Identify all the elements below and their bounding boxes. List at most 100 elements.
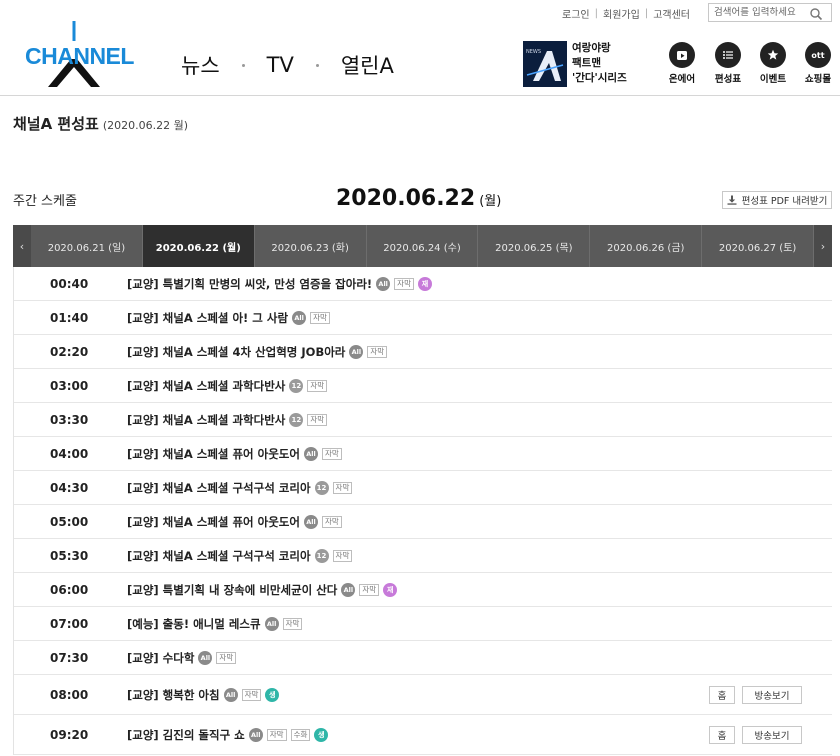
nav-tv[interactable]: TV bbox=[267, 53, 294, 77]
date-tab[interactable]: 2020.06.24 (수) bbox=[367, 225, 479, 267]
rating-all-badge: All bbox=[292, 310, 307, 325]
rating-all-badge: All bbox=[341, 582, 356, 597]
promo-line: 여랑야랑 bbox=[572, 42, 611, 54]
star-icon bbox=[760, 42, 786, 68]
rating-all-badge: All bbox=[248, 727, 263, 742]
schedule-row: 08:00 [교양] 행복한 아침 All 자막 생 홈 방송보기 bbox=[14, 675, 832, 715]
program-time: 04:30 bbox=[50, 480, 89, 495]
subtitle-badge: 자막 bbox=[241, 688, 262, 701]
sign-language-badge: 수화 bbox=[290, 728, 311, 741]
program-time: 03:00 bbox=[50, 378, 89, 393]
quick-label: 쇼핑몰 bbox=[804, 74, 832, 85]
schedule-row: 09:20 [교양] 김진의 돌직구 쇼 All 자막 수화 생 홈 방송보기 bbox=[14, 715, 832, 755]
signup-link[interactable]: 회원가입 bbox=[603, 6, 640, 21]
channel-a-logo[interactable]: CHANNEL bbox=[20, 19, 134, 89]
program-time: 04:00 bbox=[50, 446, 89, 461]
program-title[interactable]: [교양] 채널A 스페셜 구석구석 코리아 bbox=[127, 548, 311, 564]
nav-open-a[interactable]: 열린A bbox=[341, 50, 394, 80]
next-week-button[interactable]: › bbox=[814, 225, 832, 267]
program-time: 07:30 bbox=[50, 650, 89, 665]
date-tab[interactable]: 2020.06.23 (화) bbox=[255, 225, 367, 267]
schedule-row: 01:40 [교양] 채널A 스페셜 아! 그 사람 All 자막 bbox=[14, 301, 832, 335]
program-time: 09:20 bbox=[50, 727, 89, 742]
logo-text: CHANNEL bbox=[25, 43, 134, 69]
program-title[interactable]: [교양] 채널A 스페셜 4차 산업혁명 JOB아라 bbox=[127, 344, 345, 360]
program-title[interactable]: [교양] 채널A 스페셜 구석구석 코리아 bbox=[127, 480, 311, 496]
program-home-button[interactable]: 홈 bbox=[709, 725, 735, 744]
subtitle-badge: 자막 bbox=[266, 728, 287, 741]
date-tab[interactable]: 2020.06.25 (목) bbox=[478, 225, 591, 267]
schedule-row: 05:30 [교양] 채널A 스페셜 구석구석 코리아 12 자막 bbox=[14, 539, 832, 573]
program-time: 05:00 bbox=[50, 514, 89, 529]
rerun-badge: 재 bbox=[383, 582, 398, 597]
quick-onair[interactable]: 온에어 bbox=[662, 42, 702, 85]
search-box bbox=[708, 3, 832, 22]
date-tab[interactable]: 2020.06.22 (월) bbox=[142, 225, 255, 267]
program-info: [교양] 채널A 스페셜 아! 그 사람 All 자막 bbox=[127, 310, 330, 326]
program-title[interactable]: [교양] 수다학 bbox=[127, 650, 194, 666]
quick-schedule[interactable]: 편성표 bbox=[708, 42, 748, 85]
schedule-row: 03:30 [교양] 채널A 스페셜 과학다반사 12 자막 bbox=[14, 403, 832, 437]
support-link[interactable]: 고객센터 bbox=[653, 6, 690, 21]
search-icon[interactable] bbox=[809, 6, 823, 20]
current-date: 2020.06.22 (월) bbox=[336, 186, 501, 211]
nav-dot bbox=[315, 63, 319, 67]
program-title[interactable]: [교양] 김진의 돌직구 쇼 bbox=[127, 727, 245, 743]
date-tab[interactable]: 2020.06.21 (일) bbox=[31, 225, 143, 267]
login-link[interactable]: 로그인 bbox=[562, 6, 590, 21]
nav-news[interactable]: 뉴스 bbox=[181, 50, 220, 80]
rating-12-badge: 12 bbox=[289, 378, 304, 393]
promo-line: 팩트맨 bbox=[572, 57, 601, 69]
download-icon bbox=[727, 195, 737, 205]
rating-all-badge: All bbox=[349, 344, 364, 359]
program-info: [교양] 채널A 스페셜 4차 산업혁명 JOB아라 All 자막 bbox=[127, 344, 388, 360]
promo-thumbnail: NEWS bbox=[523, 41, 567, 87]
subtitle-badge: 자막 bbox=[332, 549, 353, 562]
schedule-row: 05:00 [교양] 채널A 스페셜 퓨어 아웃도어 All 자막 bbox=[14, 505, 832, 539]
schedule-row: 06:00 [교양] 특별기획 내 장속에 비만세균이 산다 All 자막 재 bbox=[14, 573, 832, 607]
program-home-button[interactable]: 홈 bbox=[709, 685, 735, 704]
program-title[interactable]: [교양] 채널A 스페셜 퓨어 아웃도어 bbox=[127, 514, 300, 530]
date-tab[interactable]: 2020.06.27 (토) bbox=[702, 225, 815, 267]
subtitle-badge: 자막 bbox=[321, 515, 342, 528]
quick-shop[interactable]: ott 쇼핑몰 bbox=[798, 42, 838, 85]
watch-button[interactable]: 방송보기 bbox=[742, 725, 802, 744]
program-title[interactable]: [교양] 특별기획 만병의 씨앗, 만성 염증을 잡아라! bbox=[127, 276, 372, 292]
program-title[interactable]: [교양] 행복한 아침 bbox=[127, 687, 220, 703]
schedule-row: 03:00 [교양] 채널A 스페셜 과학다반사 12 자막 bbox=[14, 369, 832, 403]
program-title[interactable]: [교양] 채널A 스페셜 과학다반사 bbox=[127, 378, 285, 394]
prev-week-button[interactable]: ‹ bbox=[13, 225, 31, 267]
rating-all-badge: All bbox=[264, 616, 279, 631]
program-title[interactable]: [교양] 특별기획 내 장속에 비만세균이 산다 bbox=[127, 582, 337, 598]
rating-all-badge: All bbox=[198, 650, 213, 665]
divider: | bbox=[594, 8, 598, 19]
promo-line: '간다'시리즈 bbox=[572, 72, 627, 84]
program-title[interactable]: [예능] 출동! 애니멀 레스큐 bbox=[127, 616, 261, 632]
program-title[interactable]: [교양] 채널A 스페셜 과학다반사 bbox=[127, 412, 285, 428]
quick-event[interactable]: 이벤트 bbox=[753, 42, 793, 85]
program-title[interactable]: [교양] 채널A 스페셜 퓨어 아웃도어 bbox=[127, 446, 300, 462]
live-badge: 생 bbox=[265, 687, 280, 702]
subtitle-badge: 자막 bbox=[359, 583, 380, 596]
pdf-download-button[interactable]: 편성표 PDF 내려받기 bbox=[722, 191, 832, 209]
rating-12-badge: 12 bbox=[289, 412, 304, 427]
promo-banner[interactable]: NEWS 여랑야랑 팩트맨 '간다'시리즈 bbox=[523, 41, 633, 89]
program-info: [교양] 수다학 All 자막 bbox=[127, 650, 237, 666]
watch-button[interactable]: 방송보기 bbox=[742, 685, 802, 704]
search-input[interactable] bbox=[709, 4, 809, 21]
pdf-download-label: 편성표 PDF 내려받기 bbox=[741, 196, 828, 207]
promo-a-icon bbox=[526, 51, 564, 81]
schedule-list: 00:40 [교양] 특별기획 만병의 씨앗, 만성 염증을 잡아라! All 자막 재… bbox=[13, 267, 832, 755]
schedule-row: 07:30 [교양] 수다학 All 자막 bbox=[14, 641, 832, 675]
live-badge: 생 bbox=[314, 727, 329, 742]
program-info: [교양] 특별기획 내 장속에 비만세균이 산다 All 자막 재 bbox=[127, 582, 398, 598]
program-title[interactable]: [교양] 채널A 스페셜 아! 그 사람 bbox=[127, 310, 288, 326]
date-tab[interactable]: 2020.06.26 (금) bbox=[590, 225, 703, 267]
ott-icon: ott bbox=[805, 42, 831, 68]
program-time: 02:20 bbox=[50, 344, 89, 359]
program-info: [예능] 출동! 애니멀 레스큐 All 자막 bbox=[127, 616, 303, 632]
utility-nav: 로그인 | 회원가입 | 고객센터 bbox=[562, 6, 690, 21]
program-info: [교양] 행복한 아침 All 자막 생 bbox=[127, 687, 280, 703]
subtitle-badge: 자막 bbox=[332, 481, 353, 494]
rating-all-badge: All bbox=[376, 276, 391, 291]
